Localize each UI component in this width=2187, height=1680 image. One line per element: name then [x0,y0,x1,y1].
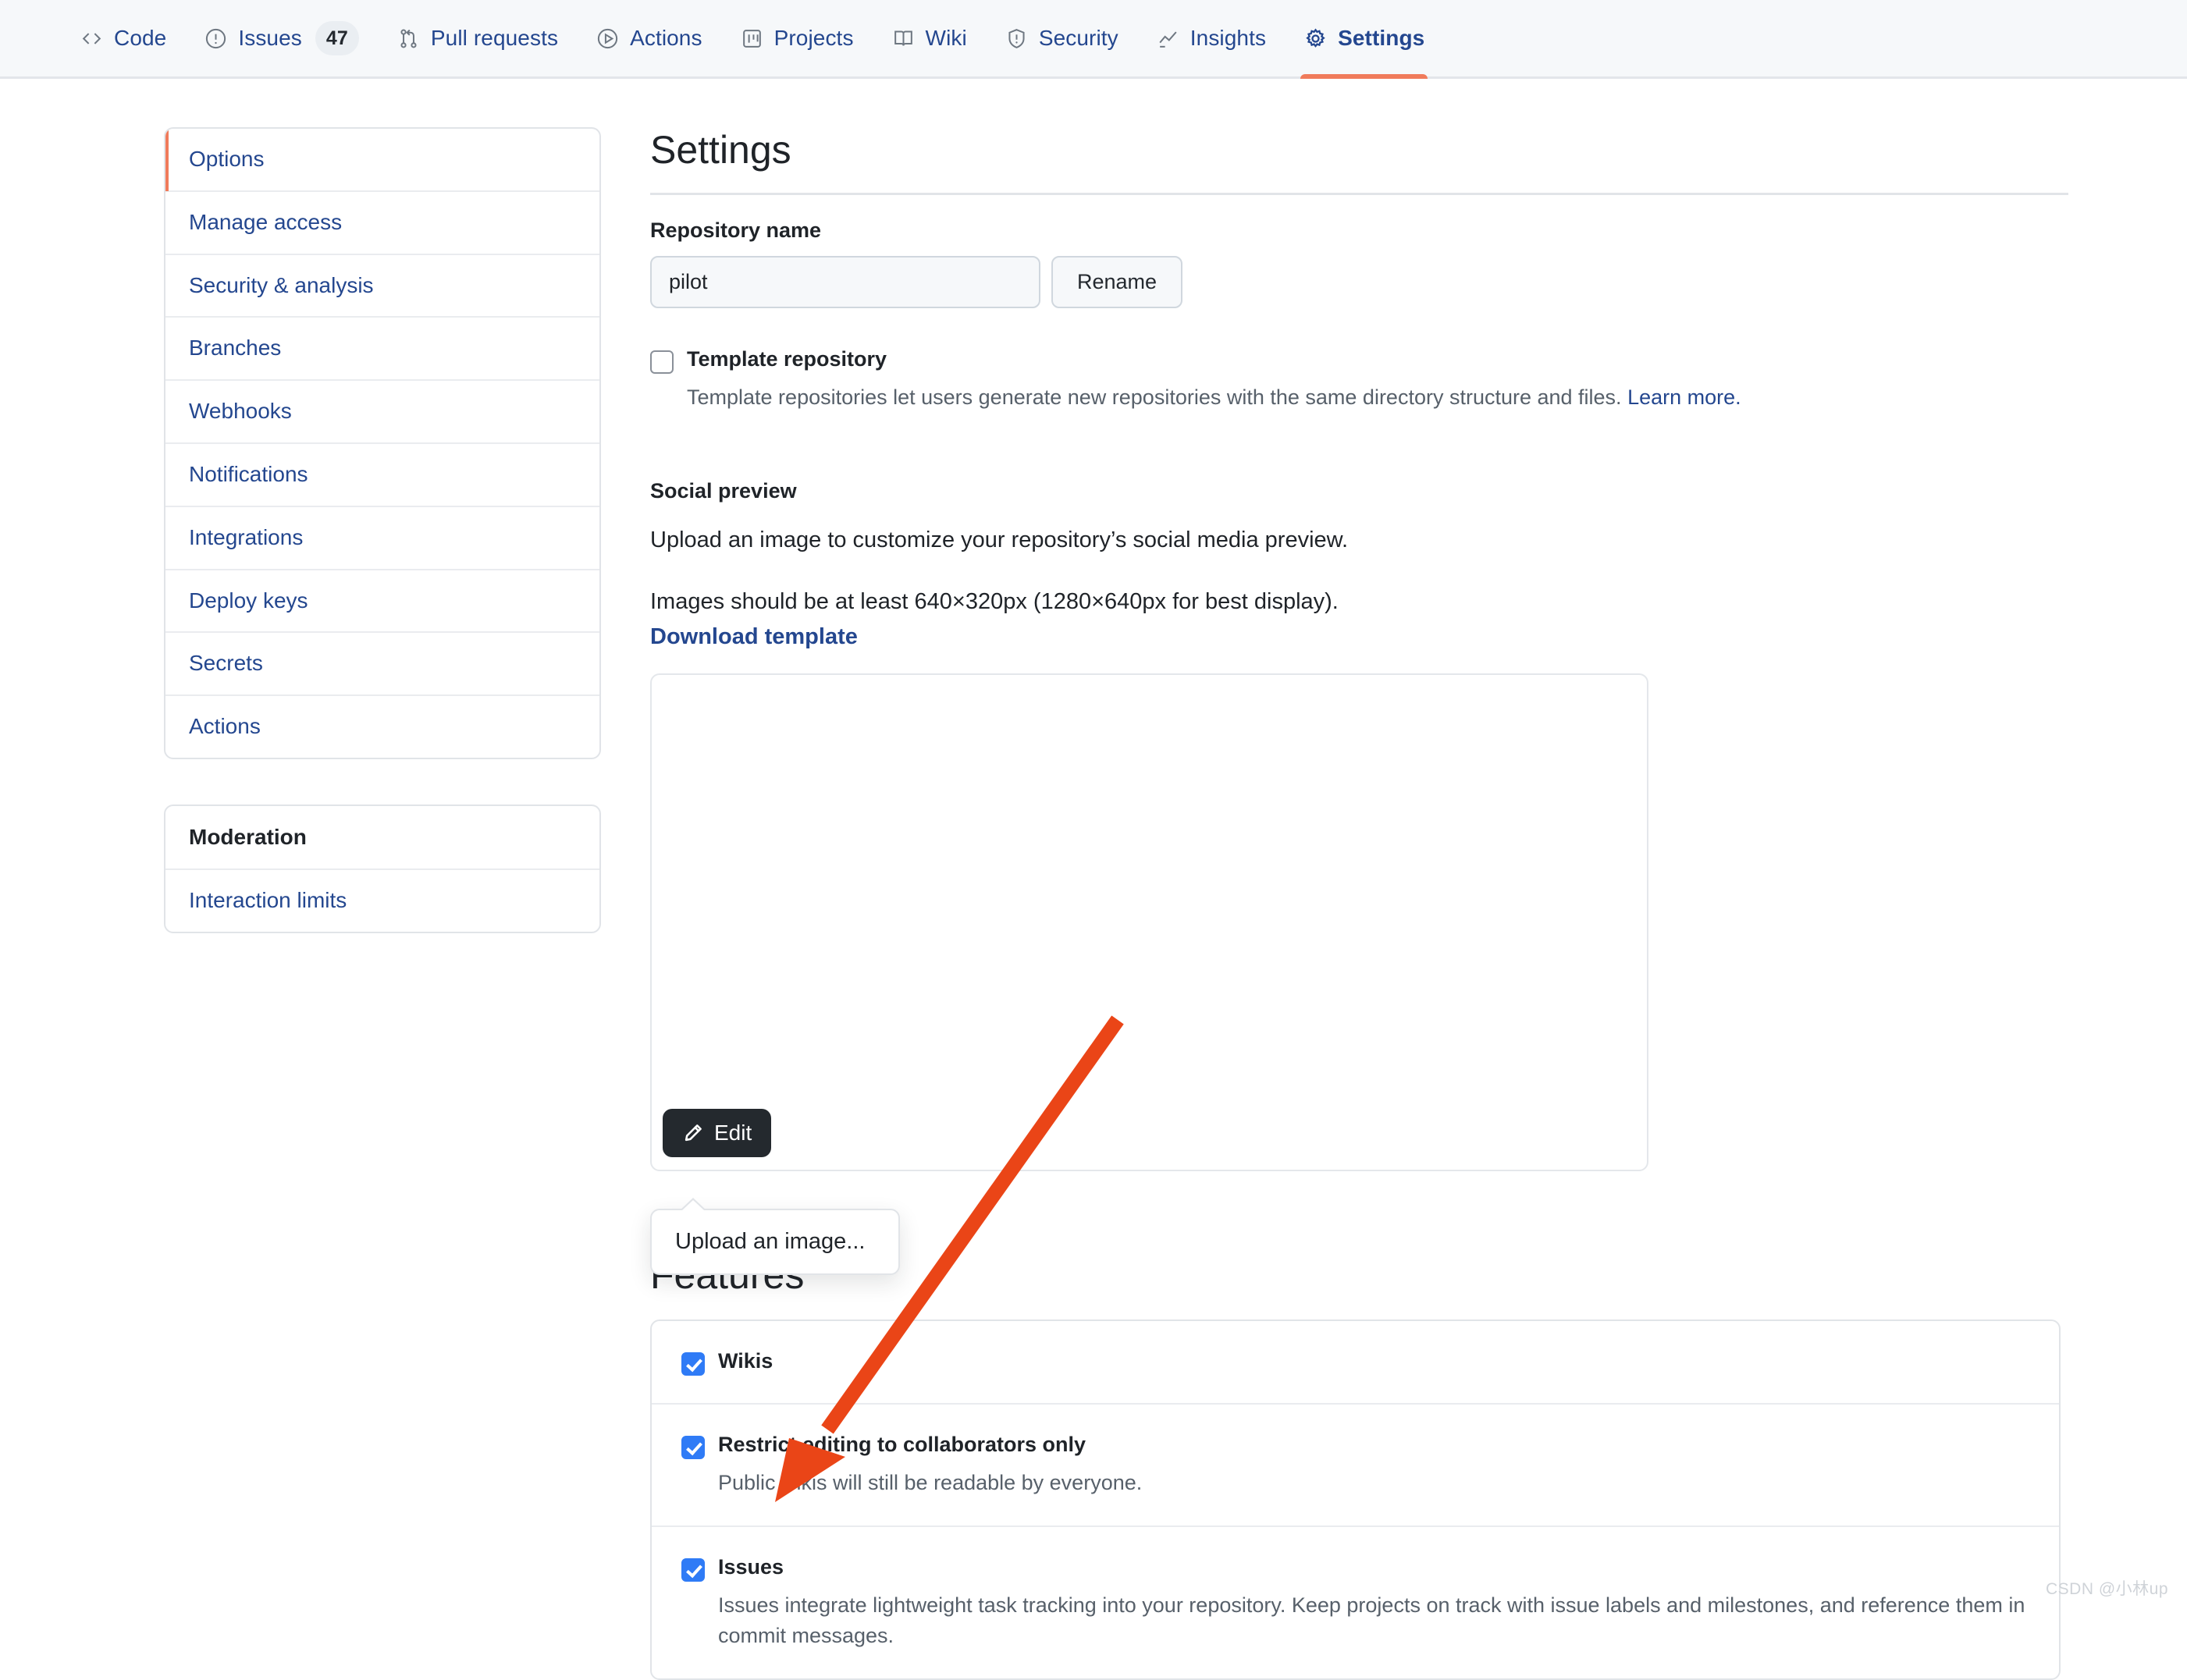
sidebar-item-branches[interactable]: Branches [165,318,599,382]
issues-description: Issues integrate lightweight task tracki… [718,1593,2025,1647]
repository-name-label: Repository name [650,218,822,242]
moderation-menu-card: Moderation Interaction limits [164,804,601,933]
tab-projects[interactable]: Projects [721,0,873,76]
sidebar-item-label: Actions [189,714,261,739]
project-icon [740,27,764,51]
sidebar-item-label: Deploy keys [189,588,308,613]
watermark: CSDN @小林up [2045,1580,2168,1598]
sidebar-item-label: Notifications [189,461,308,486]
tab-issues[interactable]: Issues 47 [185,0,378,76]
book-icon [891,27,916,51]
tab-settings[interactable]: Settings [1285,0,1443,79]
repository-name-row: Rename [650,256,2079,308]
tab-actions-label: Actions [630,26,702,50]
rename-button[interactable]: Rename [1051,256,1183,308]
tab-projects-label: Projects [773,26,854,50]
tab-pull-requests[interactable]: Pull requests [378,0,577,76]
sidebar-item-webhooks[interactable]: Webhooks [165,381,599,444]
code-icon [80,27,104,51]
social-preview-heading: Social preview [650,478,797,503]
sidebar-item-secrets[interactable]: Secrets [165,633,599,697]
learn-more-link[interactable]: Learn more. [1627,385,1741,409]
download-template-link[interactable]: Download template [650,624,858,650]
issues-count-badge: 47 [315,21,359,55]
sidebar-item-label: Manage access [189,209,343,234]
feature-row-issues: Issues Issues integrate lightweight task… [652,1527,2059,1678]
pencil-icon [682,1122,704,1144]
settings-menu-card: Options Manage access Security & analysi… [164,127,601,759]
tab-security-label: Security [1038,26,1118,50]
restrict-editing-description: Public wikis will still be readable by e… [718,1470,1143,1494]
sidebar-item-options[interactable]: Options [165,128,599,192]
sidebar-item-label: Webhooks [189,399,292,424]
feature-row-wikis: Wikis [652,1321,2059,1405]
feature-row-restrict-editing: Restrict editing to collaborators only P… [652,1405,2059,1527]
social-preview-edit-label: Edit [714,1120,752,1145]
sidebar-item-label: Options [189,147,265,171]
repository-name-input[interactable] [650,256,1040,308]
tab-issues-label: Issues [238,26,302,50]
repository-nav-bar: Code Issues 47 Pull requests Actions Pro… [0,0,2187,79]
sidebar-item-actions[interactable]: Actions [165,696,599,758]
template-repository-description: Template repositories let users generate… [687,382,1741,413]
issues-label: Issues [718,1554,784,1579]
issues-checkbox[interactable] [681,1557,705,1582]
sidebar-item-label: Security & analysis [189,272,374,297]
sidebar-item-deploy-keys[interactable]: Deploy keys [165,570,599,634]
social-preview-line1: Upload an image to customize your reposi… [650,527,1349,552]
graph-icon [1156,27,1180,51]
template-repository-section: Template repository Template repositorie… [650,346,2079,413]
repository-name-section: Repository name Rename [650,218,2079,308]
sidebar-item-label: Interaction limits [189,887,347,912]
restrict-editing-checkbox[interactable] [681,1435,705,1459]
wikis-label: Wikis [718,1348,773,1373]
template-repository-checkbox[interactable] [650,350,674,374]
template-repository-description-text: Template repositories let users generate… [687,385,1622,409]
social-preview-edit-button[interactable]: Edit [663,1108,772,1157]
sidebar-item-integrations[interactable]: Integrations [165,507,599,570]
tab-wiki[interactable]: Wiki [873,0,986,76]
page-title: Settings [650,127,2068,195]
sidebar-item-security-analysis[interactable]: Security & analysis [165,255,599,318]
play-icon [596,27,620,51]
git-pull-request-icon [397,27,421,51]
restrict-editing-label: Restrict editing to collaborators only [718,1432,1086,1456]
tab-actions[interactable]: Actions [577,0,721,76]
sidebar-item-label: Secrets [189,651,263,676]
sidebar-item-label: Branches [189,336,282,361]
upload-image-dropdown: Upload an image... [650,1198,900,1275]
tab-wiki-label: Wiki [925,26,967,50]
sidebar-item-notifications[interactable]: Notifications [165,444,599,507]
settings-main-content: Settings Repository name Rename Template… [650,127,2079,1680]
settings-sidebar: Options Manage access Security & analysi… [164,127,601,933]
sidebar-item-interaction-limits[interactable]: Interaction limits [165,870,599,932]
features-panel: Wikis Restrict editing to collaborators … [650,1319,2061,1680]
repository-nav-tabs: Code Issues 47 Pull requests Actions Pro… [0,0,2187,79]
moderation-heading: Moderation [165,806,599,870]
tab-insights-label: Insights [1190,26,1267,50]
social-preview-section: Social preview Upload an image to custom… [650,479,2079,1171]
sidebar-item-label: Integrations [189,524,304,549]
sidebar-item-manage-access[interactable]: Manage access [165,192,599,255]
upload-an-image-menu-item[interactable]: Upload an image... [652,1210,898,1273]
template-repository-label: Template repository [687,347,887,371]
tab-pull-requests-label: Pull requests [430,26,559,50]
tab-insights[interactable]: Insights [1137,0,1285,76]
tab-settings-label: Settings [1338,26,1425,50]
social-preview-line2: Images should be at least 640×320px (128… [650,589,1339,615]
tab-code[interactable]: Code [61,0,185,76]
tab-code-label: Code [114,26,167,50]
issue-opened-icon [204,27,228,51]
gear-icon [1303,27,1328,51]
tab-settings-active-underline [1300,74,1428,79]
social-preview-image-box[interactable]: Edit [650,673,1648,1171]
tab-security[interactable]: Security [986,0,1137,76]
wikis-checkbox[interactable] [681,1351,705,1376]
shield-icon [1005,27,1029,51]
